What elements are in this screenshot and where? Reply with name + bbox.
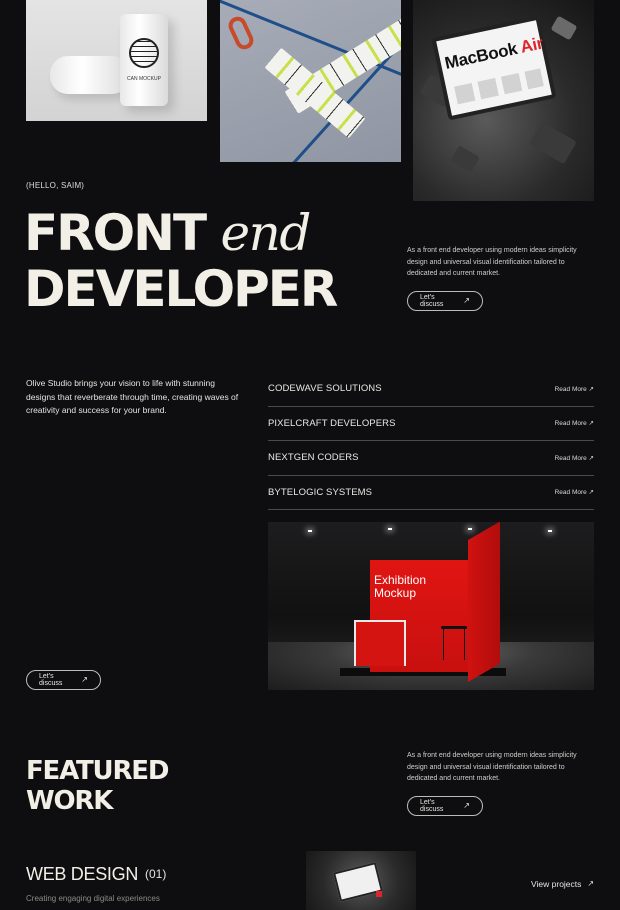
arrow-up-right-icon: ↗ (81, 675, 88, 684)
list-item[interactable]: NEXTGEN CODERS Read More ↗ (268, 441, 594, 476)
work-number: (01) (145, 867, 167, 881)
can-mockup-image: CAN MOCKUP (26, 0, 207, 121)
arrow-up-right-icon: ↗ (463, 801, 470, 810)
view-projects-label: View projects (531, 879, 582, 889)
list-item[interactable]: PIXELCRAFT DEVELOPERS Read More ↗ (268, 407, 594, 441)
booth-counter (354, 620, 406, 666)
booth-title: Exhibition Mockup (374, 573, 427, 600)
featured-description: As a front end developer using modern id… (407, 752, 577, 782)
button-label: Let's discuss (39, 673, 63, 687)
client-name: BYTELOGIC SYSTEMS (268, 486, 373, 498)
client-name: PIXELCRAFT DEVELOPERS (268, 417, 396, 429)
hero-title-line1: FRONT end (24, 204, 312, 262)
carabiner (225, 13, 257, 53)
booth-side-wall (468, 522, 500, 682)
view-projects-link[interactable]: View projects ↗ (531, 879, 594, 889)
exhibition-mockup-image: Exhibition Mockup (268, 522, 594, 690)
can-label: CAN MOCKUP (127, 76, 161, 82)
greeting: (HELLO, SAIM) (26, 181, 85, 190)
work-category: WEB DESIGN (26, 864, 139, 884)
client-list: CODEWAVE SOLUTIONS Read More ↗ PIXELCRAF… (268, 372, 594, 510)
laptop-model: Air (518, 33, 545, 57)
featured-title: FEATURED WORK (26, 756, 169, 816)
read-more-link[interactable]: Read More ↗ (555, 385, 594, 393)
laptop-brand: MacBook (443, 39, 519, 73)
button-label: Let's discuss (420, 294, 444, 308)
hero-title-line2: DEVELOPER (24, 260, 338, 318)
list-item[interactable]: BYTELOGIC SYSTEMS Read More ↗ (268, 476, 594, 510)
hero-title-bold: FRONT (24, 204, 207, 262)
hero-description: As a front end developer using modern id… (407, 247, 577, 277)
tape-rope-image (220, 0, 401, 162)
hero-discuss-button[interactable]: Let's discuss ↗ (407, 291, 483, 311)
featured-discuss-button[interactable]: Let's discuss ↗ (407, 796, 483, 816)
macbook-mockup-image: MacBook Air (413, 0, 594, 201)
work-thumbnail[interactable] (306, 851, 416, 910)
lying-can (50, 56, 130, 94)
read-more-link[interactable]: Read More ↗ (555, 488, 594, 496)
read-more-link[interactable]: Read More ↗ (555, 419, 594, 427)
client-name: NEXTGEN CODERS (268, 452, 359, 464)
client-name: CODEWAVE SOLUTIONS (268, 383, 382, 395)
read-more-link[interactable]: Read More ↗ (555, 454, 594, 462)
work-subtitle: Creating engaging digital experiences (26, 894, 160, 903)
upright-can: CAN MOCKUP (120, 14, 168, 106)
globe-icon (129, 38, 159, 68)
studio-discuss-button[interactable]: Let's discuss ↗ (26, 670, 101, 690)
stool (441, 626, 467, 660)
studio-description: Olive Studio brings your vision to life … (26, 378, 239, 415)
arrow-up-right-icon: ↗ (463, 296, 470, 305)
list-item[interactable]: CODEWAVE SOLUTIONS Read More ↗ (268, 372, 594, 407)
arrow-up-right-icon: ↗ (587, 879, 595, 888)
hero-title-italic: end (220, 204, 312, 262)
button-label: Let's discuss (420, 799, 444, 813)
laptop-screen: MacBook Air (431, 15, 557, 121)
